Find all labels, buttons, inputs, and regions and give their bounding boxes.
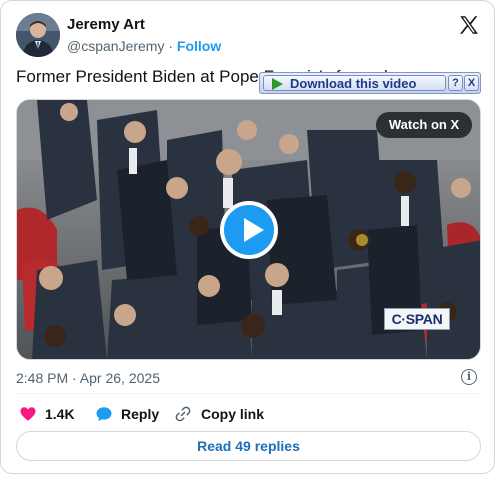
download-video-label: Download this video <box>290 76 417 91</box>
follow-button[interactable]: Follow <box>177 38 221 54</box>
author-handle-row: @cspanJeremy · Follow <box>67 38 221 54</box>
download-video-button[interactable]: Download this video <box>263 75 446 91</box>
separator-dot: · <box>168 38 174 54</box>
video-player[interactable]: Watch on X C·SPAN <box>16 99 481 360</box>
tweet-card: Jeremy Art @cspanJeremy · Follow Former … <box>0 0 495 474</box>
x-logo-icon[interactable] <box>458 14 480 36</box>
tweet-timestamp[interactable]: 2:48 PM · Apr 26, 2025 <box>16 370 160 386</box>
reply-label: Reply <box>121 406 160 422</box>
copy-link-label: Copy link <box>201 406 265 422</box>
close-toolbar-button[interactable]: X <box>464 75 479 91</box>
divider <box>16 393 481 394</box>
author-name[interactable]: Jeremy Art <box>67 16 145 33</box>
reply-bubble-icon <box>96 407 112 422</box>
help-button[interactable]: ? <box>448 75 463 91</box>
watch-on-x-button[interactable]: Watch on X <box>376 112 472 138</box>
like-count: 1.4K <box>45 406 75 422</box>
read-replies-button[interactable]: Read 49 replies <box>16 431 481 461</box>
play-icon[interactable] <box>220 201 278 259</box>
info-icon[interactable]: i <box>461 369 477 385</box>
link-icon <box>175 406 191 422</box>
author-handle[interactable]: @cspanJeremy <box>67 38 164 54</box>
heart-icon <box>20 407 36 421</box>
download-toolbar: Download this video ? X <box>259 72 481 94</box>
network-logo: C·SPAN <box>384 308 450 330</box>
avatar[interactable] <box>16 13 60 57</box>
download-arrow-icon <box>272 78 283 90</box>
